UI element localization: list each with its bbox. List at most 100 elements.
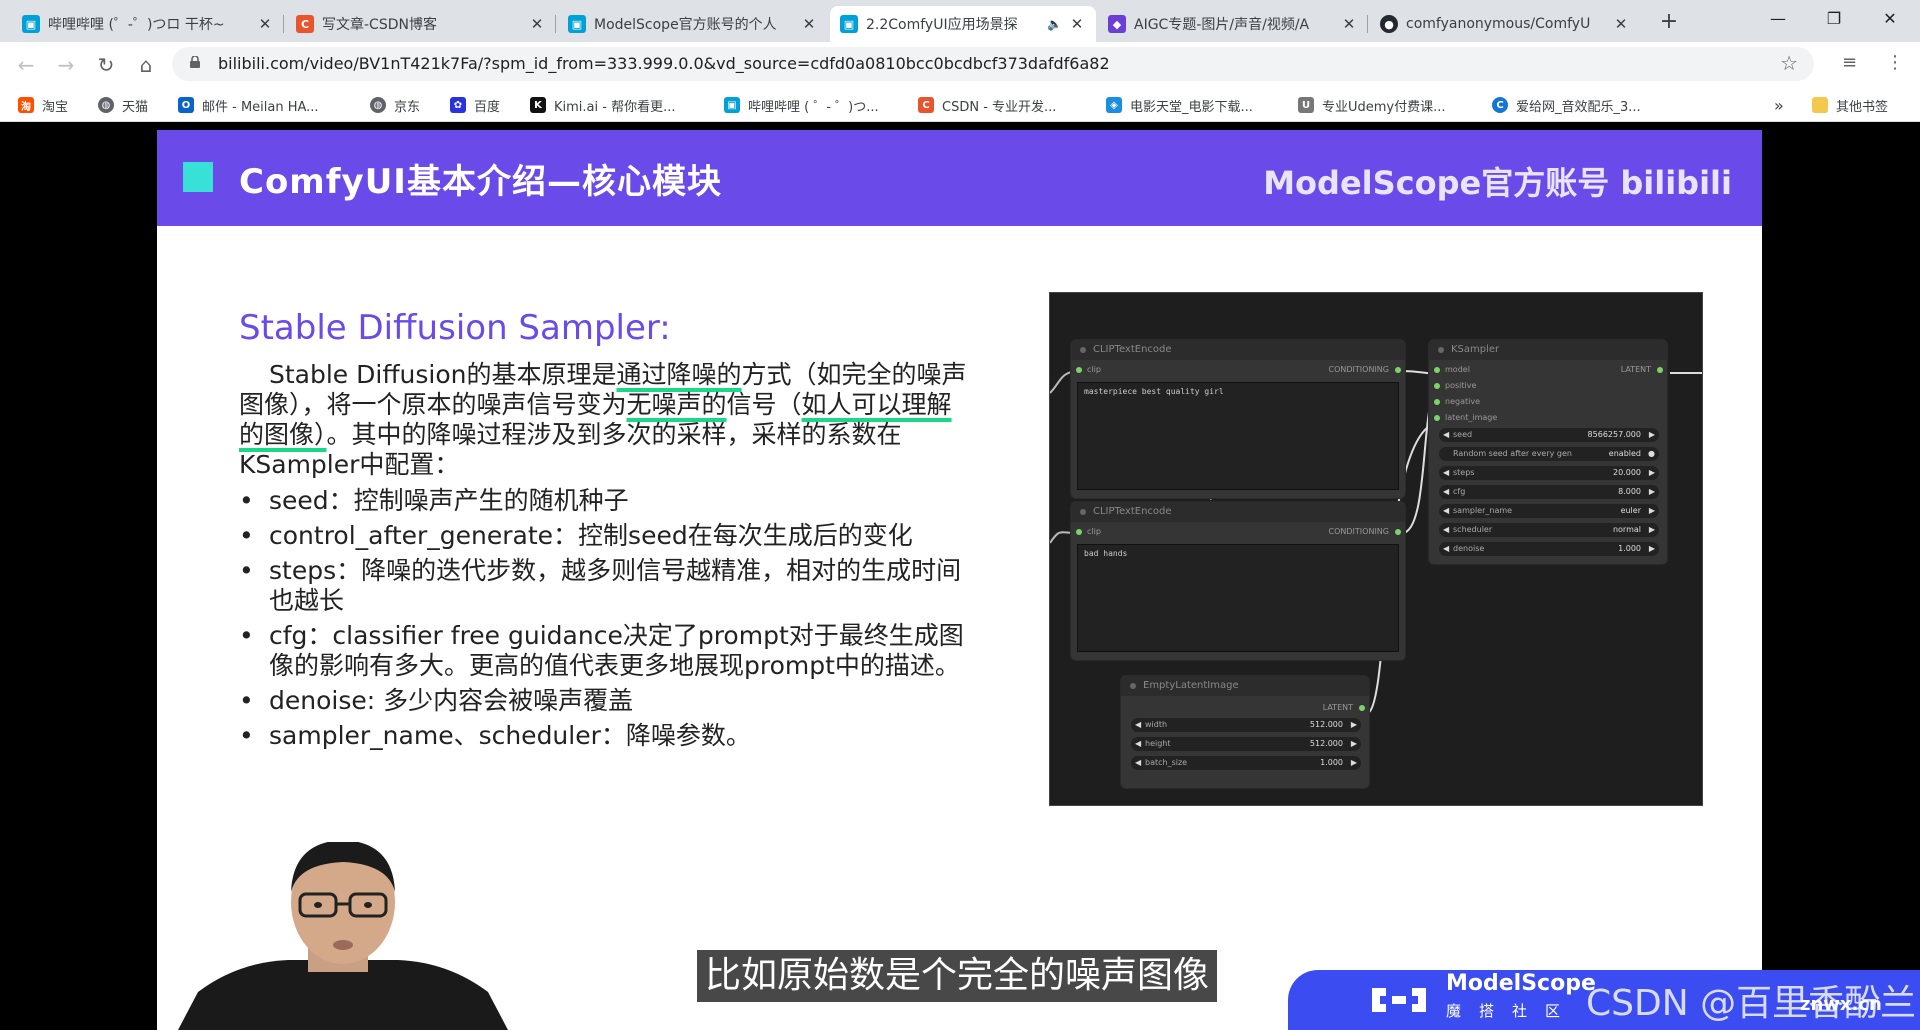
bookmark-label: 天猫 (122, 99, 149, 115)
tab-title: 写文章-CSDN博客 (322, 17, 437, 33)
bookmarks-bar: 淘淘宝 ◍ 天猫 O 邮件 - Meilan HA... ◍ 京东 ✿ 百度 K Kimi… (0, 88, 1920, 122)
close-icon[interactable]: ✕ (800, 15, 818, 33)
increment-arrow-icon: ▶ (1648, 544, 1655, 553)
control-after-generate-widget: Random seed after every gen enabled ● (1439, 447, 1659, 461)
modelscope-logo-cn: 魔搭社区 (1446, 1002, 1579, 1020)
restore-button[interactable]: ❐ (1806, 0, 1862, 38)
port-label: negative (1445, 397, 1480, 406)
tab-comfyui-video[interactable]: ▣ 2.2ComfyUI应用场景探 🔈 ✕ (830, 6, 1096, 42)
close-icon[interactable]: ✕ (528, 15, 546, 33)
tab-csdn-write[interactable]: C 写文章-CSDN博客 ✕ (286, 6, 556, 42)
node-title: KSampler (1429, 340, 1667, 360)
url-text[interactable]: bilibili.com/video/BV1nT421k7Fa/?spm_id_… (218, 54, 1110, 73)
port-label: model (1445, 365, 1470, 374)
tab-strip: ▣ 哔哩哔哩 (゜-゜)つロ 干杯~ ✕ C 写文章-CSDN博客 ✕ ▣ Mo… (0, 0, 1920, 42)
other-bookmarks[interactable]: 其他书签 (1812, 95, 1888, 115)
cfg-widget: ◀ cfg 8.000 ▶ (1439, 485, 1659, 499)
bookmark-label: 爱给网_音效配乐_3... (1516, 99, 1641, 115)
new-tab-button[interactable]: + (1655, 8, 1683, 36)
bookmark-bilibili[interactable]: ▣ 哔哩哔哩 ( ゜- ゜)つ... (724, 95, 879, 115)
bookmark-kimi[interactable]: K Kimi.ai - 帮你看更... (530, 95, 675, 115)
close-icon[interactable]: ✕ (1068, 15, 1086, 33)
outlook-icon: O (178, 97, 194, 113)
list-item: seed：控制噪声产生的随机种子 (239, 486, 974, 516)
clip-text-encode-node: CLIPTextEncode clip CONDITIONING bad han… (1070, 501, 1406, 661)
bookmark-label: 专业Udemy付费课... (1322, 99, 1446, 115)
modelscope-logo-icon (1372, 988, 1426, 1012)
slide-header: ComfyUI基本介绍—核心模块 ModelScope官方账号 bilibili (157, 130, 1762, 226)
prompt-textarea: bad hands (1077, 544, 1399, 652)
accent-square (183, 162, 213, 192)
minimize-button[interactable]: — (1750, 0, 1806, 38)
width-widget: ◀ width 512.000 ▶ (1131, 718, 1361, 732)
bookmark-taobao[interactable]: 淘淘宝 (18, 95, 68, 115)
close-icon[interactable]: ✕ (1340, 15, 1358, 33)
bookmark-star-icon[interactable]: ☆ (1780, 51, 1798, 75)
increment-arrow-icon: ▶ (1648, 506, 1655, 515)
bookmark-tmall[interactable]: ◍ 天猫 (98, 95, 148, 115)
csdn-icon: C (296, 15, 314, 33)
slide-title: ComfyUI基本介绍—核心模块 (239, 162, 722, 202)
port-label: CONDITIONING (1328, 527, 1389, 536)
input-port (1076, 367, 1082, 373)
reading-list-icon[interactable]: ≡ (1842, 52, 1857, 73)
video-player[interactable]: ComfyUI基本介绍—核心模块 ModelScope官方账号 bilibili… (0, 122, 1920, 1030)
globe-icon: ◍ (98, 97, 114, 113)
scheduler-widget: ◀ scheduler normal ▶ (1439, 523, 1659, 537)
widget-value: 8.000 (1618, 487, 1641, 496)
port-label: CONDITIONING (1328, 365, 1389, 374)
forward-arrow-icon[interactable]: → (52, 51, 80, 79)
widget-label: seed (1453, 430, 1473, 439)
steps-widget: ◀ steps 20.000 ▶ (1439, 466, 1659, 480)
bookmark-label: Kimi.ai - 帮你看更... (554, 99, 676, 115)
aigc-icon: ◆ (1108, 15, 1126, 33)
bookmark-label: 百度 (474, 99, 501, 115)
clip-text-encode-node: CLIPTextEncode clip CONDITIONING masterp… (1070, 339, 1406, 499)
decrement-arrow-icon: ◀ (1135, 739, 1142, 748)
bookmark-aigei[interactable]: C 爱给网_音效配乐_3... (1492, 95, 1641, 115)
tab-bilibili-home[interactable]: ▣ 哔哩哔哩 (゜-゜)つロ 干杯~ ✕ (12, 6, 284, 42)
increment-arrow-icon: ▶ (1350, 758, 1357, 767)
prompt-textarea: masterpiece best quality girl (1077, 382, 1399, 490)
widget-value: 1.000 (1320, 758, 1343, 767)
close-window-button[interactable]: ✕ (1862, 0, 1918, 38)
home-icon[interactable]: ⌂ (132, 51, 160, 79)
batch-size-widget: ◀ batch_size 1.000 ▶ (1131, 756, 1361, 770)
sampler-name-widget: ◀ sampler_name euler ▶ (1439, 504, 1659, 518)
bookmark-label: 哔哩哔哩 ( ゜- ゜)つ... (748, 99, 879, 115)
increment-arrow-icon: ▶ (1350, 720, 1357, 729)
increment-arrow-icon: ▶ (1648, 430, 1655, 439)
tab-separator (283, 15, 284, 33)
bookmark-dytt[interactable]: ◈ 电影天堂_电影下载... (1106, 95, 1253, 115)
decrement-arrow-icon: ◀ (1443, 487, 1450, 496)
input-port (1434, 415, 1440, 421)
bookmark-outlook[interactable]: O 邮件 - Meilan HA... (178, 95, 319, 115)
port-label: LATENT (1322, 703, 1353, 712)
widget-value: 8566257.000 (1587, 430, 1641, 439)
bookmarks-overflow-button[interactable]: » (1774, 95, 1784, 115)
lock-icon[interactable] (190, 56, 200, 68)
toggle-dot-icon: ● (1648, 449, 1655, 458)
increment-arrow-icon: ▶ (1350, 739, 1357, 748)
speaker-icon[interactable]: 🔈 (1047, 17, 1062, 31)
tab-modelscope-profile[interactable]: ▣ ModelScope官方账号的个人 ✕ (558, 6, 828, 42)
output-port (1657, 367, 1663, 373)
address-bar[interactable]: bilibili.com/video/BV1nT421k7Fa/?spm_id_… (172, 47, 1814, 81)
tab-aigc[interactable]: ◆ AIGC专题-图片/声音/视频/A ✕ (1098, 6, 1368, 42)
input-port (1434, 383, 1440, 389)
bookmark-csdn[interactable]: C CSDN - 专业开发... (918, 95, 1056, 115)
intro-paragraph: Stable Diffusion的基本原理是通过降噪的方式（如完全的噪声图像），… (239, 360, 974, 480)
bookmark-baidu[interactable]: ✿ 百度 (450, 95, 500, 115)
back-arrow-icon[interactable]: ← (12, 51, 40, 79)
menu-kebab-icon[interactable]: ⋮ (1886, 52, 1904, 73)
widget-label: cfg (1453, 487, 1466, 496)
close-icon[interactable]: ✕ (1612, 15, 1630, 33)
bookmark-jd[interactable]: ◍ 京东 (370, 95, 420, 115)
widget-value: 20.000 (1613, 468, 1641, 477)
tab-title: ModelScope官方账号的个人 (594, 17, 777, 33)
reload-icon[interactable]: ↻ (92, 51, 120, 79)
tab-github-comfyui[interactable]: ● comfyanonymous/ComfyU ✕ (1370, 6, 1640, 42)
close-icon[interactable]: ✕ (256, 15, 274, 33)
presenter-webcam (178, 842, 508, 1030)
bookmark-udemy[interactable]: U 专业Udemy付费课... (1298, 95, 1446, 115)
